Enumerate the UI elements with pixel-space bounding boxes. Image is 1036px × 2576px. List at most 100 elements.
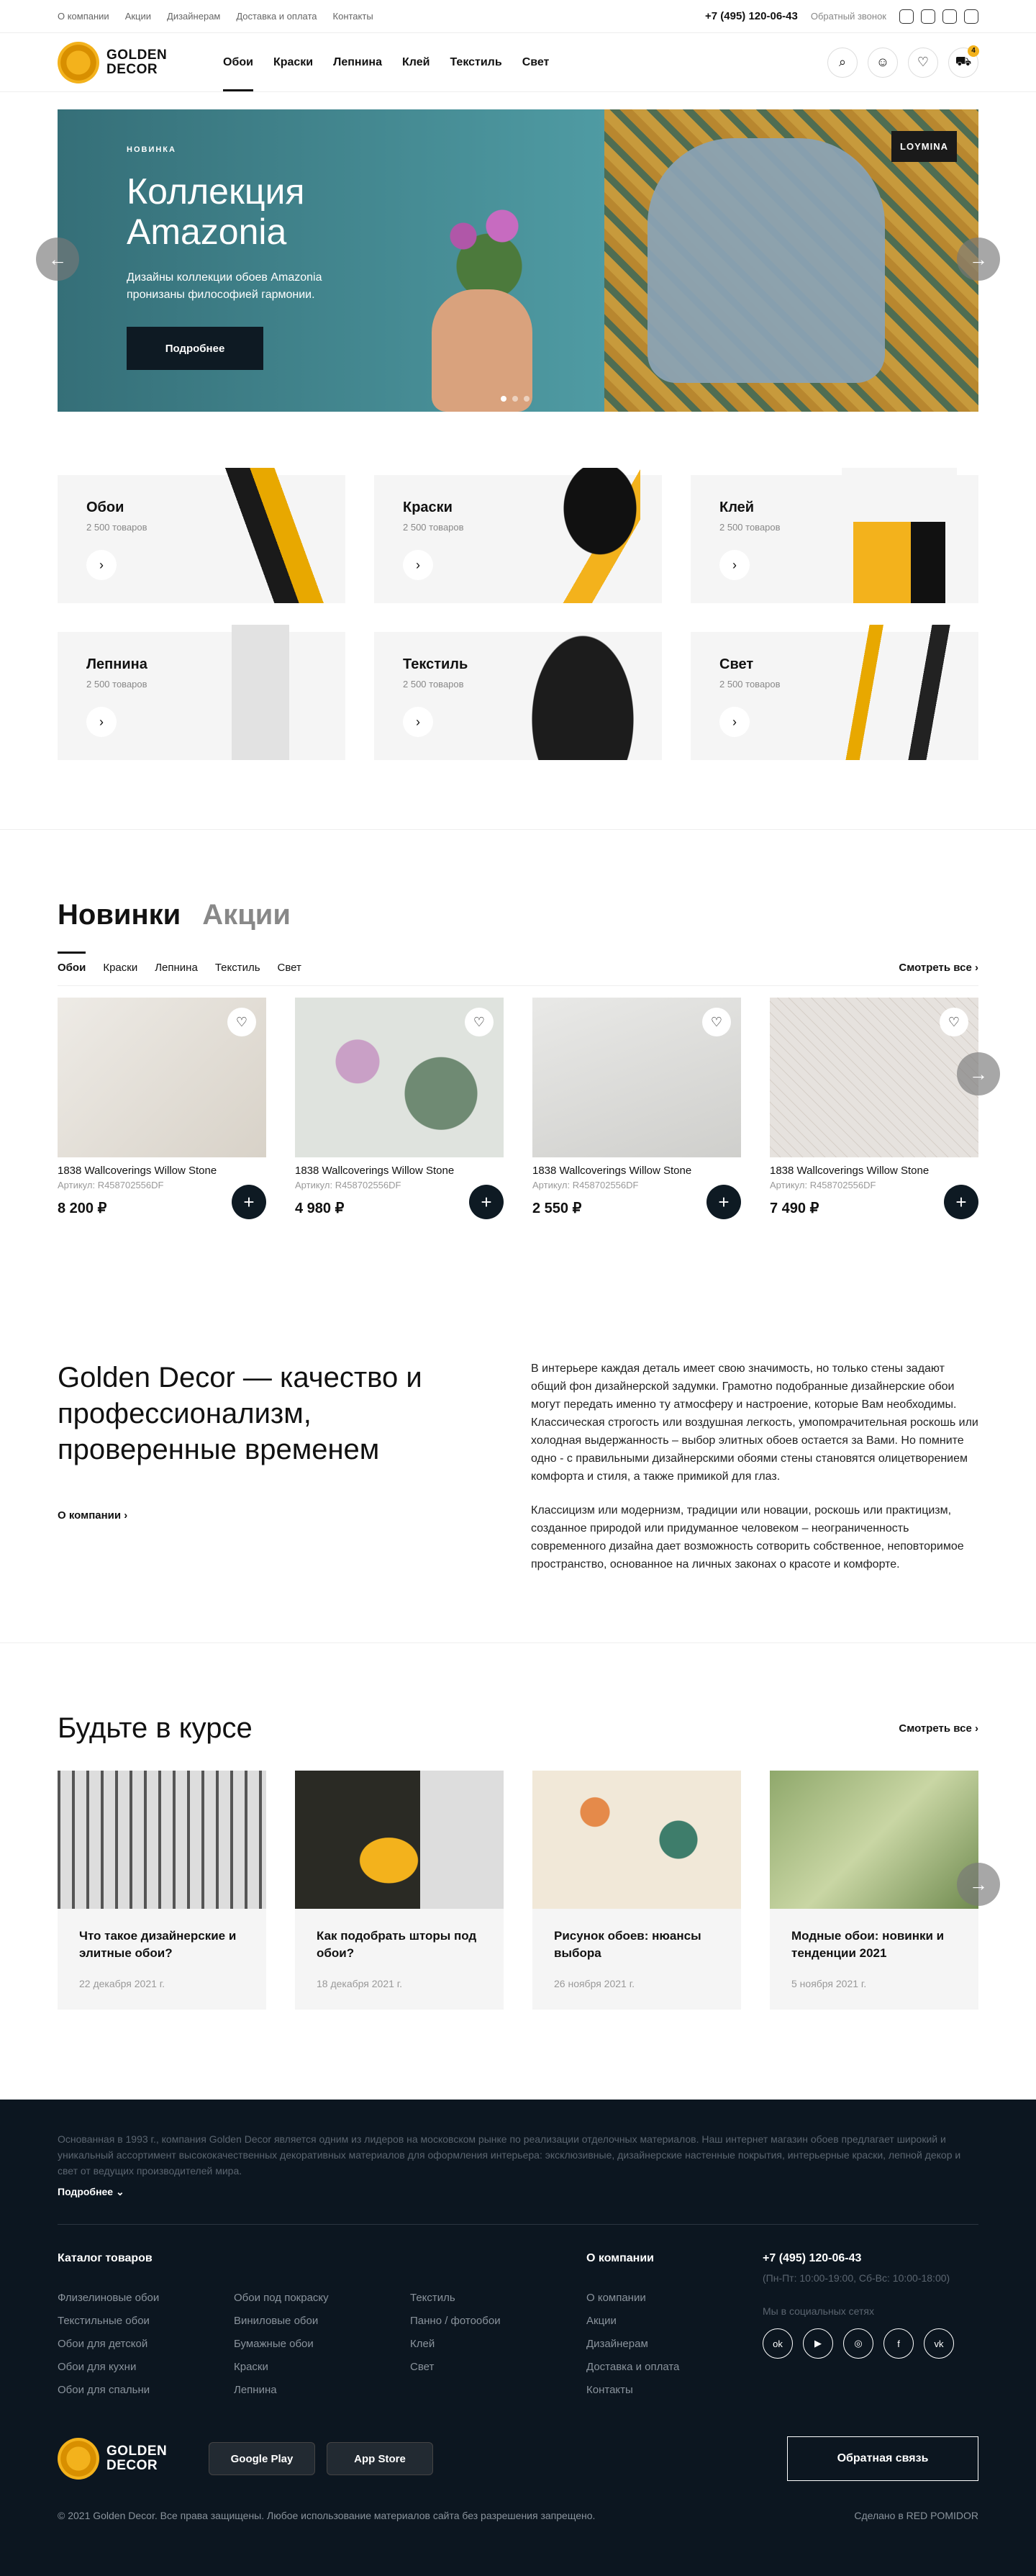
- cart-icon[interactable]: ⛟ 4: [948, 45, 979, 78]
- footer-link[interactable]: Обои для спальни: [58, 2379, 234, 2402]
- tab-light[interactable]: Свет: [278, 962, 301, 985]
- product-card[interactable]: ♡ 1838 Wallcoverings Willow Stone Артикул:…: [295, 998, 504, 1219]
- footer-phone[interactable]: +7 (495) 120-06-43: [763, 2252, 954, 2265]
- search-icon[interactable]: ⌕: [827, 47, 858, 78]
- footer-link[interactable]: Лепнина: [234, 2379, 410, 2402]
- post-card[interactable]: Что такое дизайнерские и элитные обои? 22…: [58, 1771, 266, 2010]
- footer-link[interactable]: Свет: [410, 2356, 586, 2379]
- odnoklassniki-icon[interactable]: ok: [763, 2328, 793, 2359]
- add-to-cart-button[interactable]: +: [232, 1185, 266, 1219]
- category-card[interactable]: Лепнина 2 500 товаров ›: [58, 625, 345, 760]
- heart-icon[interactable]: ♡: [465, 1008, 494, 1036]
- tab-moulding[interactable]: Лепнина: [155, 962, 198, 985]
- heart-icon[interactable]: ♡: [940, 1008, 968, 1036]
- top-link-delivery[interactable]: Доставка и оплата: [236, 11, 317, 22]
- hero-more-button[interactable]: Подробнее: [127, 327, 263, 370]
- top-link-contacts[interactable]: Контакты: [333, 11, 373, 22]
- tab-sales[interactable]: Акции: [202, 899, 291, 931]
- nav-wallpaper[interactable]: Обои: [223, 33, 253, 91]
- whatsapp-icon[interactable]: [964, 9, 978, 24]
- chevron-right-icon[interactable]: ›: [403, 707, 433, 737]
- nav-paint[interactable]: Краски: [273, 33, 313, 91]
- facebook-icon[interactable]: f: [883, 2328, 914, 2359]
- google-play-button[interactable]: Google Play: [209, 2442, 315, 2475]
- category-card[interactable]: Клей 2 500 товаров ›: [691, 468, 978, 603]
- nav-glue[interactable]: Клей: [402, 33, 430, 91]
- slider-dot[interactable]: [501, 396, 506, 402]
- nav-moulding[interactable]: Лепнина: [333, 33, 382, 91]
- add-to-cart-button[interactable]: +: [944, 1185, 978, 1219]
- instagram-icon[interactable]: [899, 9, 914, 24]
- chevron-right-icon[interactable]: ›: [403, 550, 433, 580]
- footer-link[interactable]: Акции: [586, 2310, 763, 2333]
- about-link[interactable]: О компании ›: [58, 1509, 432, 1522]
- instagram-icon[interactable]: ◎: [843, 2328, 873, 2359]
- tab-wallpaper[interactable]: Обои: [58, 952, 86, 985]
- footer-link[interactable]: Флизелиновые обои: [58, 2287, 234, 2310]
- viber-icon[interactable]: [921, 9, 935, 24]
- chevron-right-icon[interactable]: ›: [86, 707, 117, 737]
- product-card[interactable]: ♡ 1838 Wallcoverings Willow Stone Артикул:…: [532, 998, 741, 1219]
- footer-link[interactable]: [410, 2379, 586, 2402]
- youtube-icon[interactable]: ▶: [803, 2328, 833, 2359]
- chevron-right-icon[interactable]: ›: [719, 550, 750, 580]
- top-link-about[interactable]: О компании: [58, 11, 109, 22]
- tab-textile[interactable]: Текстиль: [215, 962, 260, 985]
- blog-see-all-link[interactable]: Смотреть все ›: [899, 1722, 978, 1735]
- footer-more-link[interactable]: Подробнее ⌄: [58, 2186, 978, 2198]
- footer-link[interactable]: Виниловые обои: [234, 2310, 410, 2333]
- heart-icon[interactable]: ♡: [908, 47, 938, 78]
- chevron-right-icon[interactable]: ›: [719, 707, 750, 737]
- tab-new[interactable]: Новинки: [58, 899, 181, 931]
- products-next-arrow-icon[interactable]: →: [957, 1052, 1000, 1095]
- slider-dot[interactable]: [512, 396, 518, 402]
- category-card[interactable]: Обои 2 500 товаров ›: [58, 468, 345, 603]
- footer-link[interactable]: Бумажные обои: [234, 2333, 410, 2356]
- footer-link[interactable]: Краски: [234, 2356, 410, 2379]
- top-phone[interactable]: +7 (495) 120-06-43: [705, 10, 798, 22]
- category-card[interactable]: Свет 2 500 товаров ›: [691, 625, 978, 760]
- footer-link[interactable]: Обои для кухни: [58, 2356, 234, 2379]
- footer-link[interactable]: Клей: [410, 2333, 586, 2356]
- tab-paint[interactable]: Краски: [103, 962, 137, 985]
- slider-dot[interactable]: [524, 396, 530, 402]
- product-card[interactable]: ♡ 1838 Wallcoverings Willow Stone Артикул:…: [770, 998, 978, 1219]
- footer-link[interactable]: Текстильные обои: [58, 2310, 234, 2333]
- chevron-right-icon[interactable]: ›: [86, 550, 117, 580]
- product-card[interactable]: ♡ 1838 Wallcoverings Willow Stone Артикул:…: [58, 998, 266, 1219]
- post-card[interactable]: Как подобрать шторы под обои? 18 декабря …: [295, 1771, 504, 2010]
- post-card[interactable]: Рисунок обоев: нюансы выбора 26 ноября 20…: [532, 1771, 741, 2010]
- footer-link[interactable]: Панно / фотообои: [410, 2310, 586, 2333]
- footer-link[interactable]: Текстиль: [410, 2287, 586, 2310]
- add-to-cart-button[interactable]: +: [469, 1185, 504, 1219]
- heart-icon[interactable]: ♡: [702, 1008, 731, 1036]
- logo[interactable]: GOLDEN DECOR: [58, 41, 223, 83]
- heart-icon[interactable]: ♡: [227, 1008, 256, 1036]
- telegram-icon[interactable]: [942, 9, 957, 24]
- top-link-designers[interactable]: Дизайнерам: [167, 11, 220, 22]
- footer-link[interactable]: Контакты: [586, 2379, 763, 2402]
- category-card[interactable]: Текстиль 2 500 товаров ›: [374, 625, 662, 760]
- add-to-cart-button[interactable]: +: [706, 1185, 741, 1219]
- post-card[interactable]: Модные обои: новинки и тенденции 2021 5 н…: [770, 1771, 978, 2010]
- nav-textile[interactable]: Текстиль: [450, 33, 501, 91]
- hero-next-arrow-icon[interactable]: →: [957, 238, 1000, 281]
- footer-link[interactable]: Дизайнерам: [586, 2333, 763, 2356]
- see-all-link[interactable]: Смотреть все ›: [899, 962, 978, 974]
- nav-light[interactable]: Свет: [522, 33, 550, 91]
- footer-logo[interactable]: GOLDEN DECOR: [58, 2438, 209, 2480]
- made-by[interactable]: Сделано в RED POMIDOR: [854, 2510, 978, 2521]
- feedback-button[interactable]: Обратная связь: [787, 2436, 978, 2481]
- footer-link[interactable]: Доставка и оплата: [586, 2356, 763, 2379]
- category-card[interactable]: Краски 2 500 товаров ›: [374, 468, 662, 603]
- footer-link[interactable]: О компании: [586, 2287, 763, 2310]
- blog-next-arrow-icon[interactable]: →: [957, 1863, 1000, 1906]
- hero-prev-arrow-icon[interactable]: ←: [36, 238, 79, 281]
- vk-icon[interactable]: vk: [924, 2328, 954, 2359]
- top-link-sales[interactable]: Акции: [125, 11, 151, 22]
- app-store-button[interactable]: App Store: [327, 2442, 433, 2475]
- callback-link[interactable]: Обратный звонок: [811, 11, 886, 22]
- footer-link[interactable]: Обои для детской: [58, 2333, 234, 2356]
- footer-link[interactable]: Обои под покраску: [234, 2287, 410, 2310]
- user-icon[interactable]: ☺: [868, 47, 898, 78]
